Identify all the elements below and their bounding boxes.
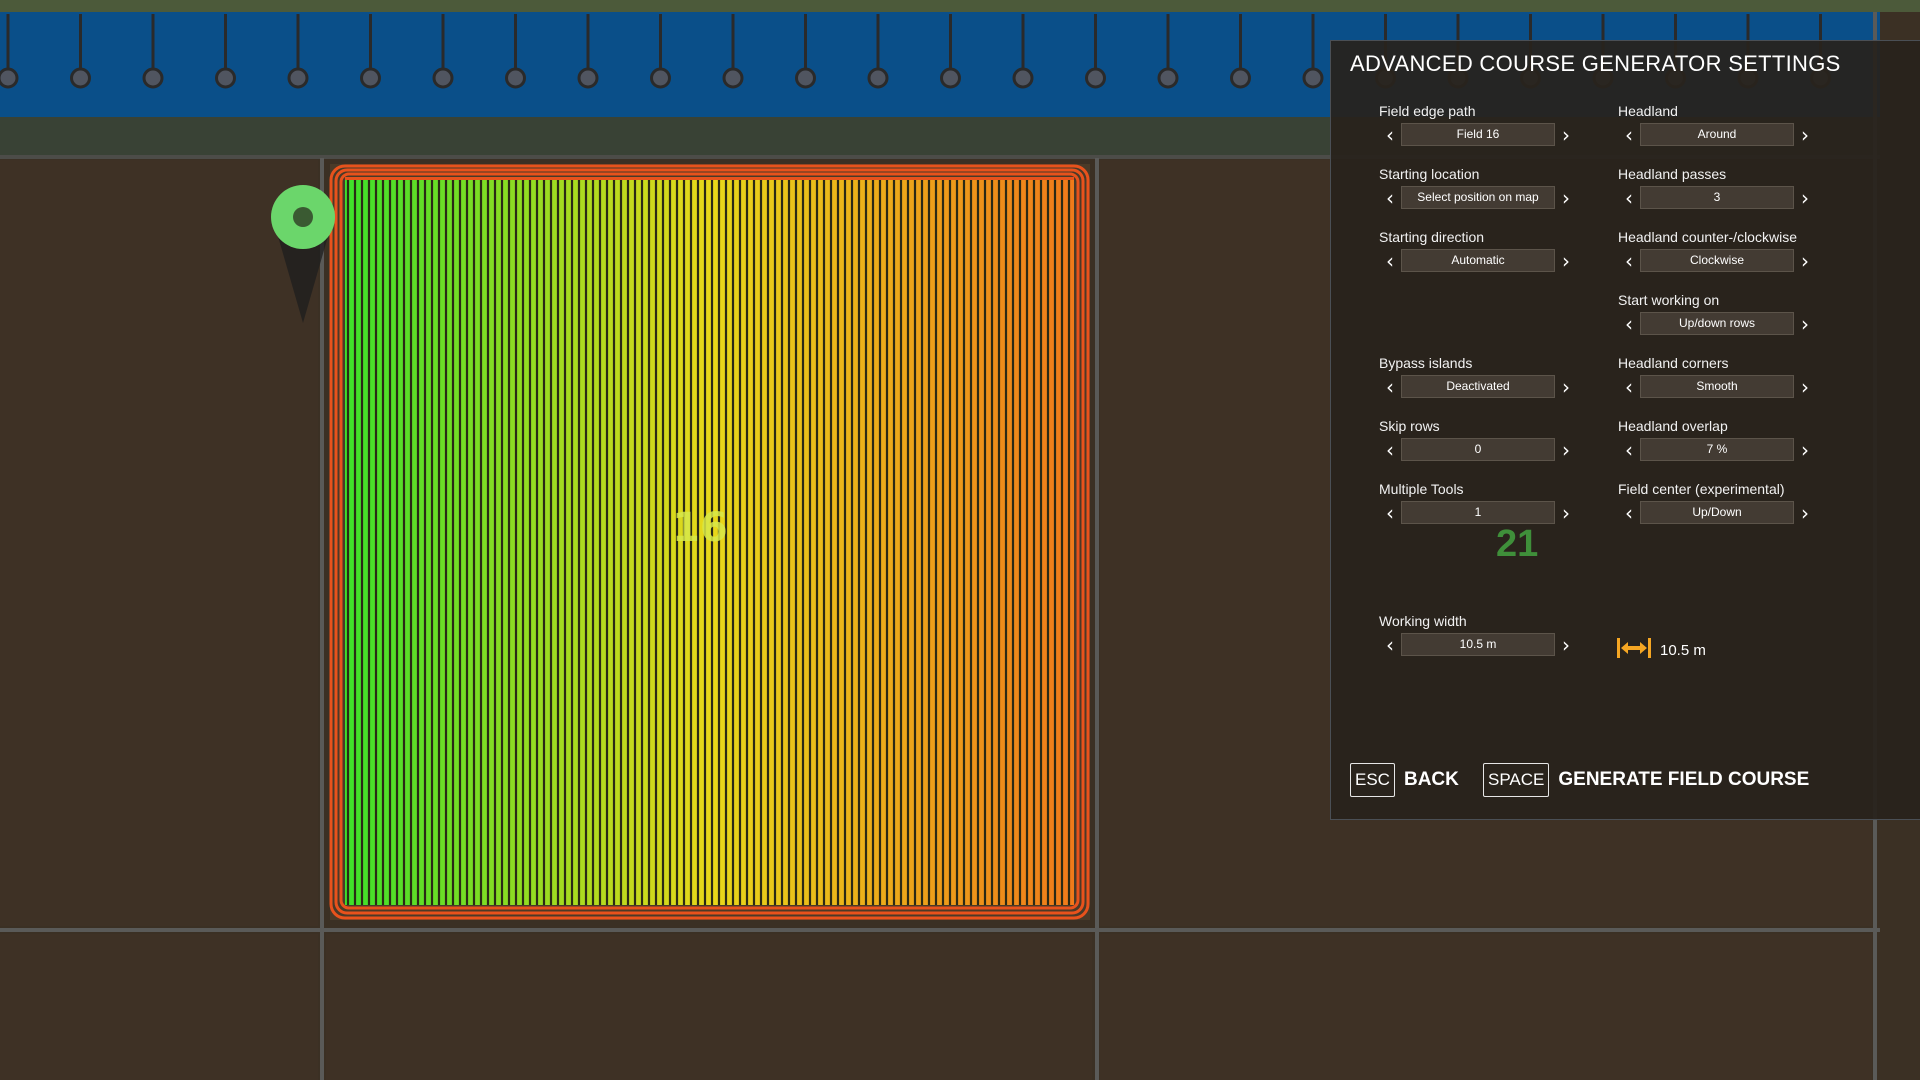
panel-title: ADVANCED COURSE GENERATOR SETTINGS: [1350, 51, 1841, 76]
chevron-right-icon[interactable]: ›: [1794, 438, 1816, 461]
setting-label: Starting direction: [1379, 229, 1485, 245]
starting-location-selector[interactable]: ‹ Select position on map ›: [1379, 186, 1577, 209]
setting-value: 3: [1640, 186, 1794, 209]
setting-label: Headland: [1618, 103, 1678, 119]
chevron-right-icon[interactable]: ›: [1794, 312, 1816, 335]
chevron-right-icon[interactable]: ›: [1555, 438, 1577, 461]
chevron-left-icon[interactable]: ‹: [1379, 186, 1401, 209]
field-center-selector[interactable]: ‹ Up/Down ›: [1618, 501, 1816, 524]
setting-value: Field 16: [1401, 123, 1555, 146]
setting-label: Starting location: [1379, 166, 1480, 182]
generate-label: GENERATE FIELD COURSE: [1558, 769, 1810, 790]
setting-label: Start working on: [1618, 292, 1720, 308]
headland-direction-selector[interactable]: ‹ Clockwise ›: [1618, 249, 1816, 272]
space-key: SPACE: [1483, 763, 1550, 797]
setting-value: 1: [1401, 501, 1555, 524]
setting-label: Headland overlap: [1618, 418, 1728, 434]
setting-start-working-on: Start working on ‹ Up/down rows ›: [1618, 290, 1816, 335]
chevron-right-icon[interactable]: ›: [1555, 501, 1577, 524]
multiple-tools-selector[interactable]: ‹ 1 ›: [1379, 501, 1577, 524]
setting-value: Around: [1640, 123, 1794, 146]
setting-label: Skip rows: [1379, 418, 1440, 434]
field-edge-path-selector[interactable]: ‹ Field 16 ›: [1379, 123, 1577, 146]
chevron-right-icon[interactable]: ›: [1555, 249, 1577, 272]
chevron-right-icon[interactable]: ›: [1555, 123, 1577, 146]
setting-label: Headland corners: [1618, 355, 1729, 371]
back-button[interactable]: ESC BACK: [1350, 763, 1459, 797]
width-arrows-icon: [1616, 637, 1652, 664]
headland-corners-selector[interactable]: ‹ Smooth ›: [1618, 375, 1816, 398]
chevron-left-icon[interactable]: ‹: [1618, 501, 1640, 524]
setting-value: Up/down rows: [1640, 312, 1794, 335]
bypass-islands-selector[interactable]: ‹ Deactivated ›: [1379, 375, 1577, 398]
working-width-display: 10.5 m: [1616, 637, 1706, 664]
chevron-right-icon[interactable]: ›: [1555, 375, 1577, 398]
setting-value: 7 %: [1640, 438, 1794, 461]
setting-headland-passes: Headland passes ‹ 3 ›: [1618, 164, 1816, 209]
setting-label: Headland counter-/clockwise: [1618, 229, 1797, 245]
setting-headland-direction: Headland counter-/clockwise ‹ Clockwise …: [1618, 227, 1816, 272]
setting-value: 0: [1401, 438, 1555, 461]
chevron-right-icon[interactable]: ›: [1794, 501, 1816, 524]
setting-starting-direction: Starting direction ‹ Automatic ›: [1379, 227, 1577, 272]
setting-bypass-islands: Bypass islands ‹ Deactivated ›: [1379, 353, 1577, 398]
working-width-value: 10.5 m: [1660, 642, 1706, 659]
chevron-left-icon[interactable]: ‹: [1618, 123, 1640, 146]
setting-field-center: Field center (experimental) ‹ Up/Down ›: [1618, 479, 1816, 524]
map-pin-icon[interactable]: [271, 183, 335, 323]
chevron-left-icon[interactable]: ‹: [1618, 375, 1640, 398]
chevron-left-icon[interactable]: ‹: [1379, 501, 1401, 524]
setting-headland: Headland ‹ Around ›: [1618, 101, 1816, 146]
setting-value: Automatic: [1401, 249, 1555, 272]
generate-field-course-button[interactable]: SPACE GENERATE FIELD COURSE: [1483, 763, 1809, 797]
chevron-left-icon[interactable]: ‹: [1379, 249, 1401, 272]
setting-starting-location: Starting location ‹ Select position on m…: [1379, 164, 1577, 209]
chevron-left-icon[interactable]: ‹: [1379, 123, 1401, 146]
headland-selector[interactable]: ‹ Around ›: [1618, 123, 1816, 146]
setting-label: Headland passes: [1618, 166, 1727, 182]
chevron-left-icon[interactable]: ‹: [1618, 186, 1640, 209]
setting-label: Multiple Tools: [1379, 481, 1464, 497]
chevron-left-icon[interactable]: ‹: [1379, 633, 1401, 656]
chevron-left-icon[interactable]: ‹: [1379, 438, 1401, 461]
setting-value: Up/Down: [1640, 501, 1794, 524]
setting-label: Field edge path: [1379, 103, 1476, 119]
setting-label: Bypass islands: [1379, 355, 1473, 371]
chevron-right-icon[interactable]: ›: [1794, 186, 1816, 209]
setting-label: Field center (experimental): [1618, 481, 1785, 497]
setting-value: Smooth: [1640, 375, 1794, 398]
chevron-left-icon[interactable]: ‹: [1618, 438, 1640, 461]
skip-rows-selector[interactable]: ‹ 0 ›: [1379, 438, 1577, 461]
chevron-right-icon[interactable]: ›: [1794, 375, 1816, 398]
tools-count: 21: [1496, 523, 1539, 565]
chevron-left-icon[interactable]: ‹: [1618, 312, 1640, 335]
setting-skip-rows: Skip rows ‹ 0 ›: [1379, 416, 1577, 461]
course-generator-panel: ADVANCED COURSE GENERATOR SETTINGS Field…: [1330, 40, 1920, 820]
start-working-on-selector[interactable]: ‹ Up/down rows ›: [1618, 312, 1816, 335]
headland-overlap-selector[interactable]: ‹ 7 % ›: [1618, 438, 1816, 461]
setting-headland-overlap: Headland overlap ‹ 7 % ›: [1618, 416, 1816, 461]
chevron-right-icon[interactable]: ›: [1555, 633, 1577, 656]
headland-passes-selector[interactable]: ‹ 3 ›: [1618, 186, 1816, 209]
setting-field-edge-path: Field edge path ‹ Field 16 ›: [1379, 101, 1577, 146]
starting-direction-selector[interactable]: ‹ Automatic ›: [1379, 249, 1577, 272]
setting-multiple-tools: Multiple Tools ‹ 1 ›: [1379, 479, 1577, 524]
setting-headland-corners: Headland corners ‹ Smooth ›: [1618, 353, 1816, 398]
setting-value: Deactivated: [1401, 375, 1555, 398]
chevron-left-icon[interactable]: ‹: [1618, 249, 1640, 272]
back-label: BACK: [1403, 769, 1459, 790]
setting-value: Clockwise: [1640, 249, 1794, 272]
chevron-right-icon[interactable]: ›: [1555, 186, 1577, 209]
setting-value: 10.5 m: [1401, 633, 1555, 656]
esc-key: ESC: [1350, 763, 1395, 797]
setting-working-width: Working width ‹ 10.5 m ›: [1379, 611, 1577, 656]
chevron-right-icon[interactable]: ›: [1794, 249, 1816, 272]
setting-label: Working width: [1379, 613, 1467, 629]
setting-value: Select position on map: [1401, 186, 1555, 209]
chevron-right-icon[interactable]: ›: [1794, 123, 1816, 146]
field-number-label: 16: [672, 505, 728, 551]
working-width-selector[interactable]: ‹ 10.5 m ›: [1379, 633, 1577, 656]
chevron-left-icon[interactable]: ‹: [1379, 375, 1401, 398]
